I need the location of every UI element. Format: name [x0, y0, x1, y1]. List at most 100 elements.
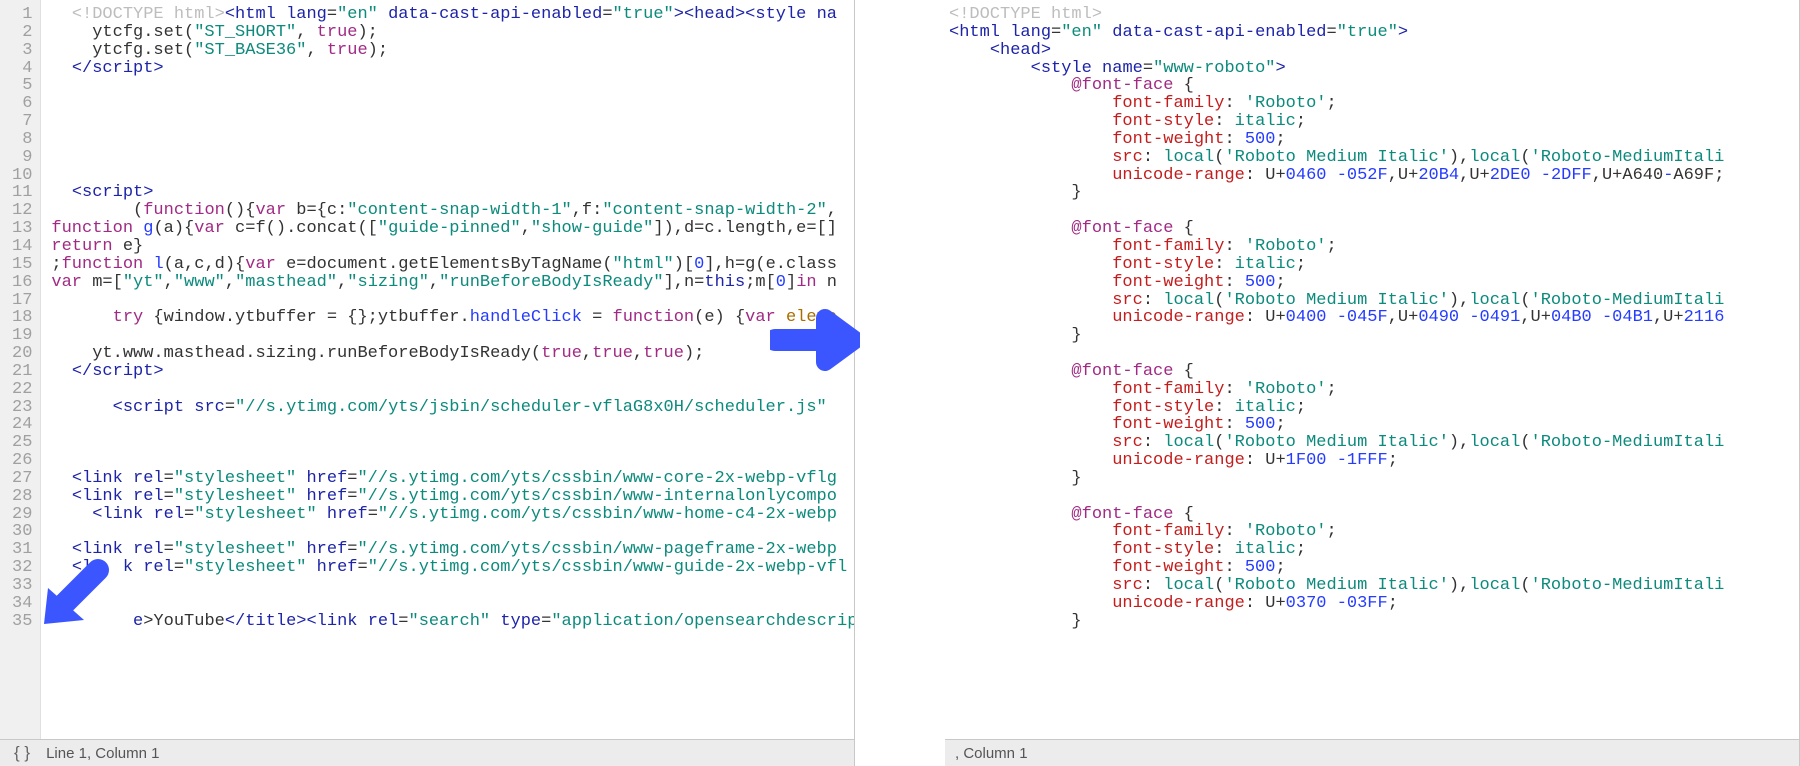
gutter-line: 23 [12, 399, 32, 417]
code-line[interactable] [949, 488, 1793, 506]
gutter-line: 33 [12, 577, 32, 595]
code-line[interactable]: <script src="//s.ytimg.com/yts/jsbin/sch… [51, 399, 848, 417]
code-line[interactable]: font-family: 'Roboto'; [949, 381, 1793, 399]
code-line[interactable]: src: local('Roboto Medium Italic'),local… [949, 434, 1793, 452]
code-line[interactable] [51, 595, 848, 613]
code-line[interactable]: unicode-range: U+0460 -052F,U+20B4,U+2DE… [949, 167, 1793, 185]
code-line[interactable]: ytcfg.set("ST_BASE36", true); [51, 42, 848, 60]
gutter-line: 2 [12, 24, 32, 42]
gutter-line: 25 [12, 434, 32, 452]
code-line[interactable]: } [949, 184, 1793, 202]
code-line[interactable]: <link rel="stylesheet" href="//s.ytimg.c… [51, 506, 848, 524]
gutter-line: 27 [12, 470, 32, 488]
braces-icon[interactable]: { } [0, 743, 40, 763]
code-line[interactable]: font-weight: 500; [949, 274, 1793, 292]
gutter-line: 17 [12, 292, 32, 310]
code-line[interactable]: ;function l(a,c,d){var e=document.getEle… [51, 256, 848, 274]
code-line[interactable]: <head> [949, 42, 1793, 60]
code-line[interactable]: return e} [51, 238, 848, 256]
code-line[interactable]: @font-face { [949, 77, 1793, 95]
left-code-area[interactable]: 1234567891011121314151617181920212223242… [0, 0, 854, 739]
code-line[interactable]: <script> [51, 184, 848, 202]
code-line[interactable]: <html lang="en" data-cast-api-enabled="t… [949, 24, 1793, 42]
gutter-line: 15 [12, 256, 32, 274]
code-line[interactable]: } [949, 470, 1793, 488]
code-line[interactable]: src: local('Roboto Medium Italic'),local… [949, 149, 1793, 167]
code-line[interactable]: (function(){var b={c:"content-snap-width… [51, 202, 848, 220]
left-code-body[interactable]: <!DOCTYPE html><html lang="en" data-cast… [41, 0, 854, 739]
code-line[interactable] [949, 345, 1793, 363]
code-line[interactable]: <!DOCTYPE html><html lang="en" data-cast… [51, 6, 848, 24]
code-line[interactable] [51, 292, 848, 310]
code-line[interactable]: font-family: 'Roboto'; [949, 238, 1793, 256]
code-line[interactable]: font-weight: 500; [949, 559, 1793, 577]
code-line[interactable]: unicode-range: U+1F00 -1FFF; [949, 452, 1793, 470]
code-line[interactable] [51, 95, 848, 113]
code-line[interactable] [51, 416, 848, 434]
code-line[interactable]: unicode-range: U+0370 -03FF; [949, 595, 1793, 613]
code-line[interactable]: font-weight: 500; [949, 131, 1793, 149]
code-line[interactable] [51, 149, 848, 167]
code-line[interactable]: <l k rel="stylesheet" href="//s.ytimg.co… [51, 559, 848, 577]
code-line[interactable]: <link rel="stylesheet" href="//s.ytimg.c… [51, 470, 848, 488]
gutter-line: 16 [12, 274, 32, 292]
right-code-body[interactable]: <!DOCTYPE html><html lang="en" data-cast… [945, 0, 1799, 739]
gutter-line: 35 [12, 613, 32, 631]
gutter-line: 20 [12, 345, 32, 363]
code-line[interactable]: font-weight: 500; [949, 416, 1793, 434]
code-line[interactable]: font-style: italic; [949, 399, 1793, 417]
gutter-line: 1 [12, 6, 32, 24]
code-line[interactable]: <link rel="stylesheet" href="//s.ytimg.c… [51, 488, 848, 506]
code-line[interactable] [51, 523, 848, 541]
code-line[interactable]: } [949, 327, 1793, 345]
gutter-line: 14 [12, 238, 32, 256]
code-line[interactable] [51, 577, 848, 595]
code-line[interactable]: yt.www.masthead.sizing.runBeforeBodyIsRe… [51, 345, 848, 363]
gutter-line: 29 [12, 506, 32, 524]
code-line[interactable] [51, 381, 848, 399]
code-line[interactable]: font-family: 'Roboto'; [949, 523, 1793, 541]
code-line[interactable] [51, 113, 848, 131]
code-line[interactable]: function g(a){var c=f().concat(["guide-p… [51, 220, 848, 238]
code-line[interactable]: unicode-range: U+0400 -045F,U+0490 -0491… [949, 309, 1793, 327]
gutter-line: 6 [12, 95, 32, 113]
code-line[interactable]: </script> [51, 60, 848, 78]
gutter-line: 18 [12, 309, 32, 327]
code-line[interactable] [51, 452, 848, 470]
code-line[interactable]: font-style: italic; [949, 113, 1793, 131]
left-gutter: 1234567891011121314151617181920212223242… [0, 0, 41, 739]
code-line[interactable] [949, 202, 1793, 220]
code-line[interactable]: <style name="www-roboto"> [949, 60, 1793, 78]
code-line[interactable] [51, 77, 848, 95]
code-line[interactable]: @font-face { [949, 506, 1793, 524]
code-line[interactable]: var m=["yt","www","masthead","sizing","r… [51, 274, 848, 292]
code-line[interactable]: font-style: italic; [949, 541, 1793, 559]
gutter-line: 7 [12, 113, 32, 131]
code-line[interactable]: src: local('Roboto Medium Italic'),local… [949, 577, 1793, 595]
gutter-line: 28 [12, 488, 32, 506]
code-line[interactable]: try {window.ytbuffer = {};ytbuffer.handl… [51, 309, 848, 327]
code-line[interactable]: <!DOCTYPE html> [949, 6, 1793, 24]
code-line[interactable] [51, 434, 848, 452]
code-line[interactable] [51, 167, 848, 185]
code-line[interactable]: <link rel="stylesheet" href="//s.ytimg.c… [51, 541, 848, 559]
right-code-area[interactable]: <!DOCTYPE html><html lang="en" data-cast… [945, 0, 1799, 739]
gutter-line: 19 [12, 327, 32, 345]
right-pane: <!DOCTYPE html><html lang="en" data-cast… [945, 0, 1800, 766]
code-line[interactable]: font-family: 'Roboto'; [949, 95, 1793, 113]
code-line[interactable]: @font-face { [949, 363, 1793, 381]
code-line[interactable] [51, 327, 848, 345]
code-line[interactable]: </script> [51, 363, 848, 381]
code-line[interactable]: src: local('Roboto Medium Italic'),local… [949, 292, 1793, 310]
gutter-line: 24 [12, 416, 32, 434]
code-line[interactable] [51, 131, 848, 149]
right-statusbar: , Column 1 [945, 739, 1799, 766]
code-line[interactable]: } [949, 613, 1793, 631]
code-line[interactable]: e>YouTube</title><link rel="search" type… [51, 613, 848, 631]
left-pane: 1234567891011121314151617181920212223242… [0, 0, 855, 766]
code-line[interactable]: ytcfg.set("ST_SHORT", true); [51, 24, 848, 42]
code-line[interactable]: font-style: italic; [949, 256, 1793, 274]
code-line[interactable]: @font-face { [949, 220, 1793, 238]
gutter-line: 30 [12, 523, 32, 541]
gutter-line: 10 [12, 167, 32, 185]
